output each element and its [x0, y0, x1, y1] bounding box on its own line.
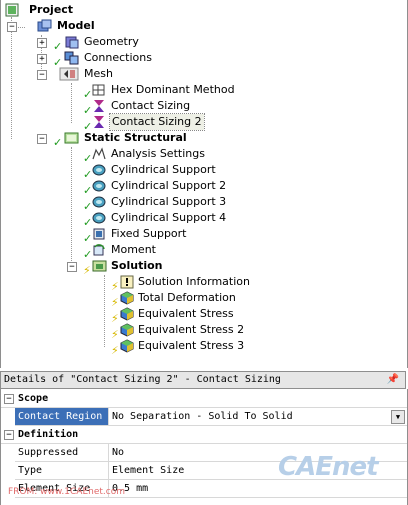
tree-label: Fixed Support — [111, 227, 187, 240]
solution-icon — [92, 259, 107, 273]
property-value[interactable]: 0.5 mm — [109, 480, 408, 497]
status-check-icon: ✓ — [83, 152, 93, 165]
tree-label: Cylindrical Support 2 — [111, 179, 227, 192]
tree-label: Total Deformation — [138, 291, 236, 304]
status-check-icon: ✓ — [83, 88, 93, 101]
tree-label: Project — [29, 3, 74, 16]
tree-label: Solution Information — [138, 275, 250, 288]
mesh-icon — [59, 67, 79, 81]
tree-line — [104, 275, 105, 347]
contact-sizing-icon — [92, 115, 106, 129]
status-check-icon: ✓ — [83, 168, 93, 181]
tree-label: Contact Sizing 2 — [109, 113, 205, 131]
group-label: Scope — [18, 393, 49, 404]
moment-icon — [92, 243, 106, 257]
outline-tree: Project − Model + ✓ Geometry + ✓ Connect… — [0, 0, 408, 368]
collapse-toggle[interactable]: − — [37, 134, 47, 144]
details-title: Details of "Contact Sizing 2" - Contact … — [4, 374, 281, 385]
tree-line — [71, 147, 72, 267]
tree-label: Equivalent Stress — [138, 307, 234, 320]
group-label: Definition — [18, 429, 79, 440]
hex-mesh-icon — [92, 83, 106, 97]
project-icon — [5, 3, 19, 17]
fixed-support-icon — [92, 227, 106, 241]
tree-label: Moment — [111, 243, 156, 256]
collapse-toggle[interactable]: − — [37, 70, 47, 80]
status-check-icon: ✓ — [83, 248, 93, 261]
tree-label: Cylindrical Support 4 — [111, 211, 227, 224]
chevron-down-icon[interactable]: ▼ — [391, 410, 405, 424]
collapse-toggle[interactable]: − — [67, 262, 77, 272]
geometry-icon — [64, 35, 79, 49]
tree-label: Analysis Settings — [111, 147, 205, 160]
status-check-icon: ✓ — [53, 136, 63, 149]
footer-source-text: FROM: www.1CAEnet.com — [8, 487, 125, 497]
cylindrical-support-icon — [92, 163, 106, 177]
collapse-toggle[interactable]: − — [4, 394, 14, 404]
result-icon — [120, 291, 134, 305]
group-scope[interactable]: − Scope — [1, 391, 407, 408]
tree-label: Static Structural — [84, 131, 187, 144]
collapse-toggle[interactable]: − — [4, 430, 14, 440]
status-check-icon: ✓ — [53, 40, 63, 53]
static-structural-icon — [64, 131, 79, 145]
property-key: Contact Region — [15, 408, 109, 425]
group-definition[interactable]: − Definition — [1, 427, 407, 444]
cylindrical-support-icon — [92, 195, 106, 209]
watermark-logo: CAEnet — [278, 452, 379, 482]
property-row-contact-region[interactable]: Contact Region No Separation - Solid To … — [15, 408, 407, 426]
collapse-toggle[interactable]: − — [7, 22, 17, 32]
status-pending-icon: ⚡ — [111, 344, 119, 357]
tree-line — [71, 83, 72, 123]
property-key: Type — [15, 462, 109, 479]
result-icon — [120, 339, 134, 353]
pin-icon[interactable]: 📌 — [387, 372, 399, 388]
status-pending-icon: ⚡ — [83, 264, 91, 277]
cylindrical-support-icon — [92, 179, 106, 193]
info-icon — [120, 275, 134, 289]
analysis-settings-icon — [92, 147, 106, 161]
tree-label: Contact Sizing — [111, 99, 191, 112]
expand-toggle[interactable]: + — [37, 38, 47, 48]
status-check-icon: ✓ — [83, 184, 93, 197]
details-panel-header: Details of "Contact Sizing 2" - Contact … — [0, 371, 406, 389]
tree-label: Geometry — [84, 35, 139, 48]
status-check-icon: ✓ — [83, 216, 93, 229]
tree-label: Connections — [84, 51, 152, 64]
result-icon — [120, 307, 134, 321]
model-icon — [37, 19, 52, 33]
tree-label: Cylindrical Support 3 — [111, 195, 227, 208]
connections-icon — [64, 51, 79, 65]
tree-line — [11, 17, 12, 139]
tree-label: Equivalent Stress 3 — [138, 339, 245, 352]
result-icon — [120, 323, 134, 337]
status-pending-icon: ⚡ — [111, 280, 119, 293]
tree-label: Hex Dominant Method — [111, 83, 235, 96]
tree-label: Equivalent Stress 2 — [138, 323, 245, 336]
status-pending-icon: ⚡ — [111, 312, 119, 325]
tree-label: Mesh — [84, 67, 113, 80]
tree-label: Solution — [111, 259, 163, 272]
status-check-icon: ✓ — [83, 104, 93, 117]
status-pending-icon: ⚡ — [111, 328, 119, 341]
property-key: Suppressed — [15, 444, 109, 461]
cylindrical-support-icon — [92, 211, 106, 225]
contact-sizing-icon — [92, 99, 106, 113]
status-check-icon: ✓ — [83, 200, 93, 213]
status-pending-icon: ⚡ — [111, 296, 119, 309]
tree-label: Model — [57, 19, 95, 32]
tree-label: Cylindrical Support — [111, 163, 216, 176]
property-value: No Separation - Solid To Solid — [112, 411, 293, 422]
status-check-icon: ✓ — [83, 232, 93, 245]
expand-toggle[interactable]: + — [37, 54, 47, 64]
contact-region-select[interactable]: No Separation - Solid To Solid — [109, 408, 408, 425]
